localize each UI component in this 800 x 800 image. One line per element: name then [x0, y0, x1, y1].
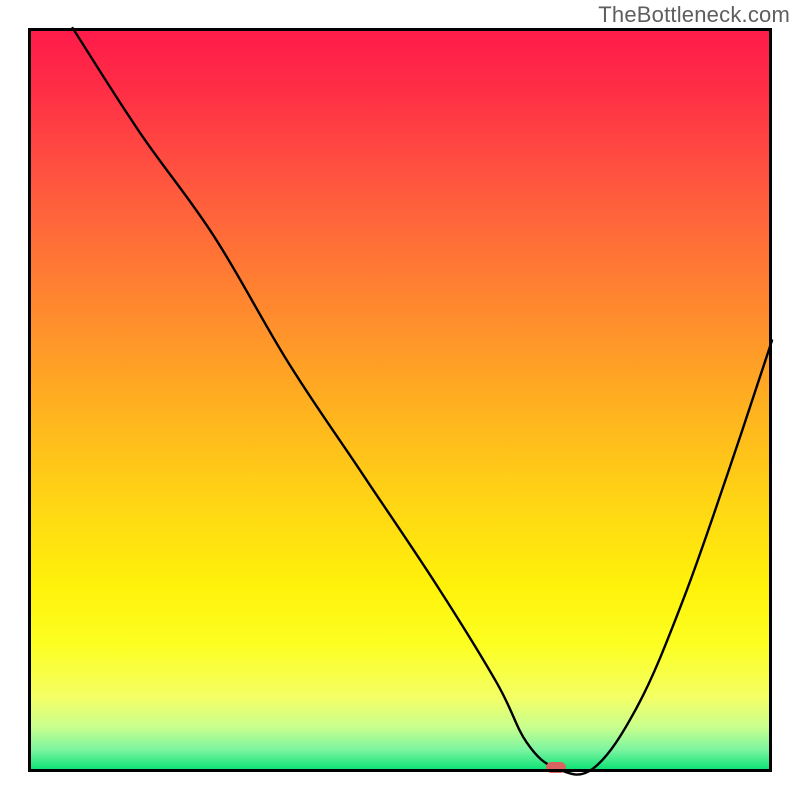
chart-canvas: TheBottleneck.com — [0, 0, 800, 800]
optimal-point-marker — [546, 762, 566, 773]
bottleneck-curve — [73, 28, 772, 775]
watermark-text: TheBottleneck.com — [598, 2, 790, 28]
chart-svg — [28, 28, 772, 772]
